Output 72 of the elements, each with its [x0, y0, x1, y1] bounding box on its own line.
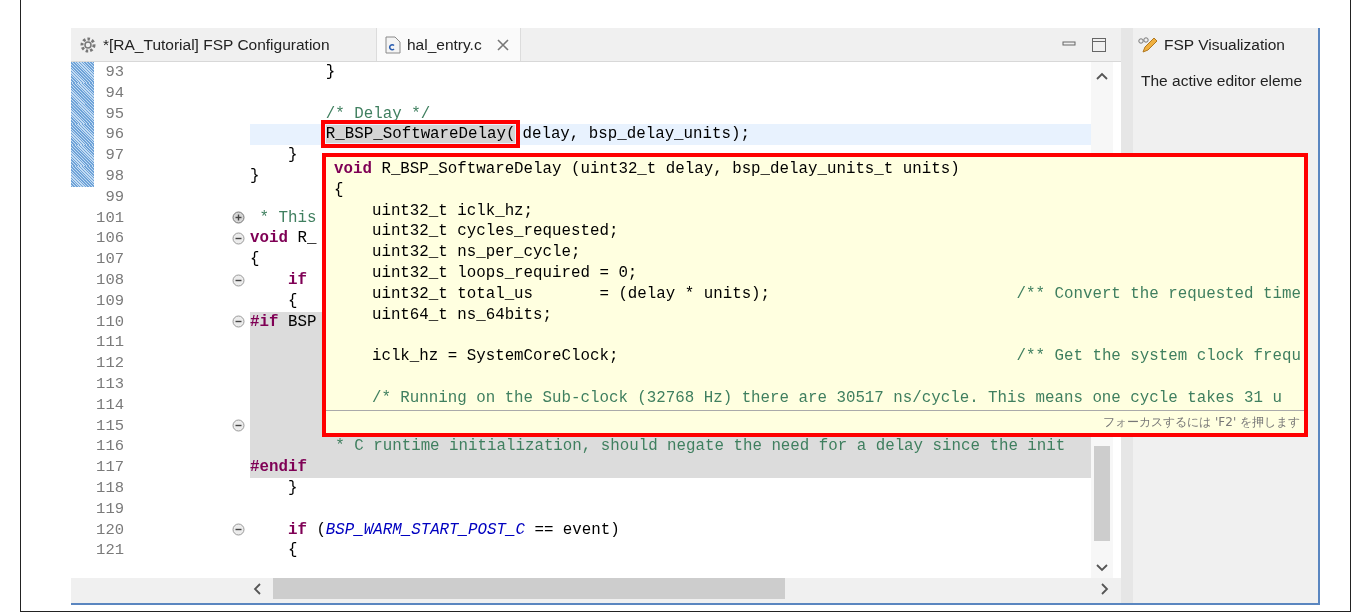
code-line: { [286, 540, 298, 562]
tooltip-code-line: iclk_hz = SystemCoreClock; /** Get the system clock frequ [370, 346, 1301, 367]
line-number: 101 [95, 207, 124, 229]
tooltip-code-line: /* Running on the Sub-clock (32768 Hz) there are 30517 ns/cycle. This means one cycle takes 31 u [370, 387, 1282, 409]
focus-hint: フォーカスするには 'F2' を押します [1103, 413, 1300, 431]
code-line: * C runtime initialization, should negate the need for a delay since the init [334, 436, 1066, 458]
code-line: * This [258, 207, 317, 229]
close-icon[interactable] [495, 37, 510, 52]
tooltip-code-line: uint64_t ns_64bits; [370, 304, 553, 326]
collapse-icon[interactable] [232, 232, 245, 246]
line-number: 112 [95, 353, 124, 374]
line-number: 108 [95, 269, 124, 291]
panel-message: The active editor eleme [1140, 72, 1304, 90]
tooltip-code-line: uint32_t cycles_requested; [370, 221, 619, 243]
file-icon [385, 35, 401, 54]
line-number: 98 [104, 166, 124, 187]
line-number: 116 [95, 436, 124, 458]
collapse-icon[interactable] [232, 419, 245, 433]
code-line: } [286, 145, 298, 166]
code-line: if (BSP_WARM_START_POST_C == event) [286, 519, 620, 541]
code-line: } [324, 62, 336, 83]
collapse-icon[interactable] [232, 273, 245, 287]
code-line: void R_ [250, 228, 317, 250]
scroll-right-icon[interactable] [1101, 582, 1109, 595]
collapse-icon[interactable] [232, 315, 245, 329]
line-number: 110 [95, 311, 124, 333]
expand-icon[interactable] [232, 211, 245, 225]
line-number: 106 [95, 228, 124, 250]
line-number: 111 [95, 332, 124, 354]
code-line: { [250, 249, 260, 270]
code-line: } [250, 166, 260, 187]
line-number: 121 [95, 540, 124, 562]
editor-tab[interactable]: *[RA_Tutorial] FSP Configuration [71, 28, 376, 61]
tooltip-code-line: uint32_t loops_required = 0; [370, 263, 638, 284]
pencil-icon [1137, 36, 1159, 54]
scroll-down-icon[interactable] [1096, 564, 1108, 572]
line-number: 115 [95, 415, 124, 437]
code-line: { [286, 290, 298, 312]
line-number: 117 [95, 457, 124, 478]
scrollbar-thumb[interactable] [273, 578, 785, 599]
editor-tab[interactable]: hal_entry.c [376, 28, 521, 61]
code-line: if [286, 269, 307, 291]
line-number: 94 [104, 82, 124, 104]
maximize-icon[interactable] [1091, 36, 1107, 53]
tooltip-code-line: { [334, 179, 344, 201]
tooltip-code-line: uint32_t total_us = (delay * units); /** Convert the requested time [370, 283, 1301, 305]
line-number: 119 [95, 498, 124, 520]
code-line: R_BSP_SoftwareDelay( delay, bsp_delay_units); [324, 124, 750, 146]
line-number: 114 [95, 394, 124, 416]
line-number: 99 [104, 186, 124, 208]
scroll-up-icon[interactable] [1096, 72, 1108, 80]
line-number: 107 [95, 249, 124, 270]
scrollbar-thumb[interactable] [1094, 446, 1110, 541]
gear-icon [79, 35, 97, 54]
line-number: 93 [104, 62, 124, 83]
scroll-left-icon[interactable] [253, 582, 261, 595]
line-number: 96 [104, 124, 124, 146]
line-number: 95 [104, 103, 124, 125]
line-number: 97 [104, 145, 124, 166]
line-number: 113 [95, 373, 124, 395]
tooltip-code-line: uint32_t iclk_hz; [370, 200, 534, 222]
line-number: 109 [95, 290, 124, 312]
line-number: 120 [95, 519, 124, 541]
panel-tab[interactable]: FSP Visualization [1137, 28, 1318, 62]
line-number: 118 [95, 477, 124, 499]
code-line: /* Delay */ [324, 103, 431, 125]
collapse-icon[interactable] [232, 523, 245, 537]
code-line: } [286, 477, 298, 499]
tooltip-code-line: uint32_t ns_per_cycle; [370, 242, 581, 263]
tooltip-code-line: void R_BSP_SoftwareDelay (uint32_t delay, bsp_delay_units_t units) [334, 159, 960, 180]
code-line: #endif [250, 457, 307, 478]
code-line: #if BSP [250, 311, 317, 333]
